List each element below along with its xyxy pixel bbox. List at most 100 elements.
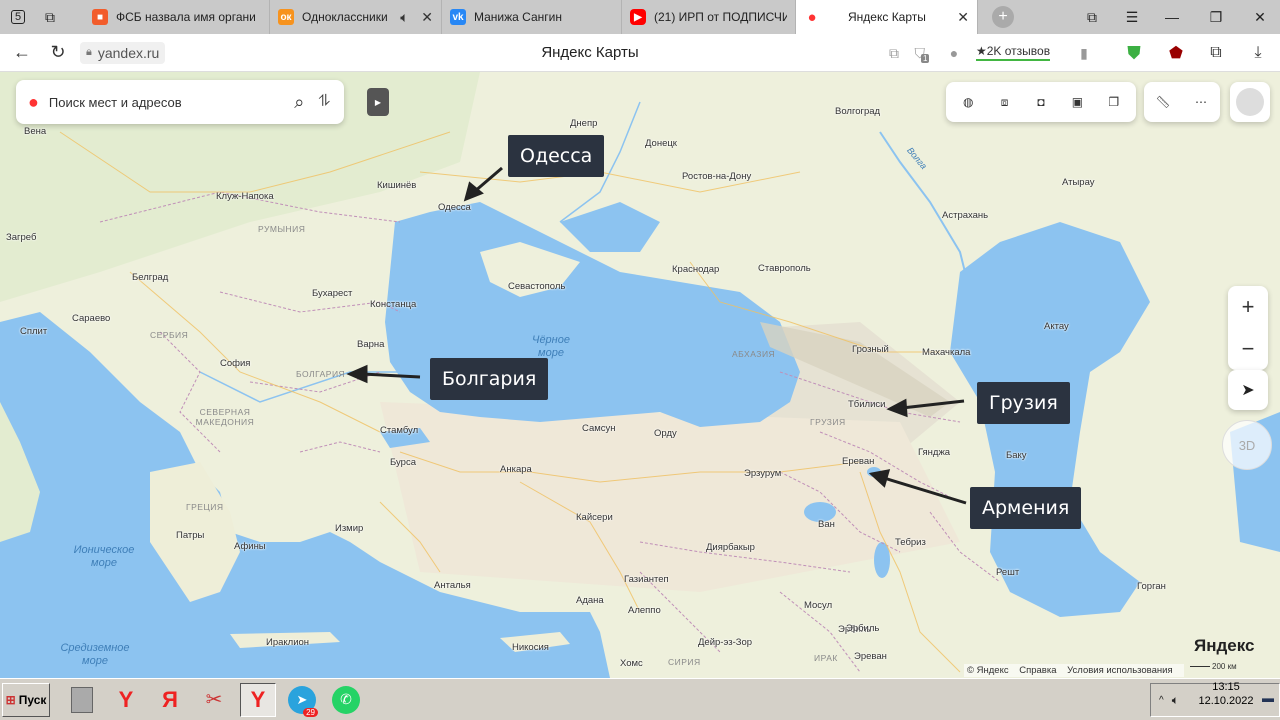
yandex-browser-active-icon[interactable]: Y	[240, 682, 276, 717]
panorama-camera-icon[interactable]: ◘	[1026, 87, 1056, 117]
profile-avatar[interactable]	[1230, 82, 1270, 122]
zoom-out-button[interactable]: −	[1228, 328, 1268, 370]
location-icon[interactable]: ●	[940, 34, 968, 72]
city-label[interactable]: Грозный	[852, 344, 889, 355]
map-canvas[interactable]: Вена Загреб Белград Сараево Сплит Клуж-Н…	[0, 72, 1280, 678]
tab-news[interactable]: ■ ФСБ назвала имя органи	[84, 0, 270, 34]
city-label[interactable]: Ставрополь	[758, 263, 811, 274]
close-tab-icon[interactable]: ✕	[413, 9, 433, 26]
city-label[interactable]: Атырау	[1062, 177, 1095, 188]
url-field[interactable]: 🔒︎ yandex.ru	[80, 41, 166, 64]
city-label[interactable]: Клуж-Напока	[216, 191, 274, 202]
city-label[interactable]: Стамбул	[380, 425, 418, 436]
yandex-icon[interactable]: Я	[152, 683, 188, 717]
city-label[interactable]: Ираклион	[266, 637, 309, 648]
ublock-icon[interactable]: ⬟	[1162, 34, 1190, 72]
city-label[interactable]: Никосия	[512, 642, 549, 653]
city-label[interactable]: Севастополь	[508, 281, 565, 292]
city-label[interactable]: Алеппо	[628, 605, 661, 616]
city-label[interactable]: Ростов-на-Дону	[682, 171, 751, 182]
city-label[interactable]: Афины	[234, 541, 266, 552]
tray-expand-icon[interactable]: ^	[1159, 695, 1164, 706]
bookmark-icon[interactable]: ▮	[1070, 34, 1098, 72]
search-icon[interactable]: ⌕	[294, 92, 304, 113]
new-tab-button[interactable]: +	[992, 6, 1014, 28]
city-label[interactable]: Варна	[357, 339, 384, 350]
city-label[interactable]: Гянджа	[918, 447, 950, 458]
city-label[interactable]: Сараево	[72, 313, 110, 324]
search-input[interactable]	[48, 94, 249, 110]
tab-youtube[interactable]: ▶ (21) ИРП от ПОДПИСЧИК	[622, 0, 796, 34]
copyright-text[interactable]: © Яндекс	[967, 665, 1009, 676]
help-link[interactable]: Справка	[1019, 665, 1056, 676]
clock[interactable]: 13:15 12.10.2022	[1196, 680, 1256, 708]
maximize-button[interactable]: ❐	[1196, 0, 1236, 34]
city-label[interactable]: Тебриз	[895, 537, 926, 548]
city-label[interactable]: Эреван	[854, 651, 887, 662]
city-label[interactable]: Констанца	[370, 299, 416, 310]
city-label[interactable]: Дейр-эз-Зор	[698, 637, 752, 648]
tab-vk[interactable]: vk Манижа Сангин	[442, 0, 622, 34]
ruler-icon[interactable]: 📏︎	[1148, 87, 1178, 117]
city-label[interactable]: Эрзурум	[744, 468, 781, 479]
city-label[interactable]: Ереван	[842, 456, 874, 467]
reload-button[interactable]: ↻	[40, 34, 76, 72]
yandex-browser-icon[interactable]: Y	[108, 683, 144, 717]
city-label[interactable]: Вена	[24, 126, 46, 137]
city-label[interactable]: Белград	[132, 272, 168, 283]
city-label[interactable]: Загреб	[6, 232, 36, 243]
tabs-manager-icon[interactable]: ⧉	[36, 4, 64, 30]
tab-counter-button[interactable]: 5	[4, 4, 32, 30]
city-label[interactable]: Эрбиль	[846, 623, 879, 634]
terms-link[interactable]: Условия использования	[1067, 665, 1172, 676]
city-label[interactable]: Хомс	[620, 658, 643, 669]
protect-icon[interactable]: ⛉ 1	[908, 34, 936, 72]
city-label[interactable]: Горган	[1137, 581, 1166, 592]
city-label[interactable]: Бурса	[390, 457, 416, 468]
bookmarks-icon[interactable]: ⧉	[1072, 0, 1112, 34]
calculator-icon[interactable]	[64, 683, 100, 717]
city-label[interactable]: София	[220, 358, 250, 369]
tab-yandex-maps[interactable]: ● Яндекс Карты ✕	[796, 0, 978, 34]
city-label[interactable]: Бухарест	[312, 288, 352, 299]
my-location-button[interactable]: ➤	[1228, 370, 1268, 410]
reviews-badge[interactable]: ★2K отзывов	[976, 44, 1051, 61]
city-label[interactable]: Самсун	[582, 423, 616, 434]
city-label[interactable]: Краснодар	[672, 264, 719, 275]
city-label[interactable]: Ван	[818, 519, 835, 530]
map-book-icon[interactable]: ⧈	[990, 87, 1020, 117]
extensions-icon[interactable]: ⧉	[1202, 34, 1230, 72]
tab-odnoklassniki[interactable]: ок Одноклассники 🔈︎ ✕	[270, 0, 442, 34]
zoom-in-button[interactable]: +	[1228, 286, 1268, 328]
downloads-icon[interactable]: ⤓	[1244, 34, 1272, 72]
city-label[interactable]: Орду	[654, 428, 677, 439]
city-label[interactable]: Мосул	[804, 600, 832, 611]
city-label[interactable]: Газиантеп	[624, 574, 669, 585]
whatsapp-icon[interactable]: ✆	[328, 683, 364, 717]
city-label[interactable]: Волгоград	[835, 106, 880, 117]
telegram-icon[interactable]: ➤ 29	[284, 683, 320, 717]
audio-icon[interactable]: 🔈︎	[392, 9, 408, 26]
city-label[interactable]: Анталья	[434, 580, 471, 591]
city-label[interactable]: Адана	[576, 595, 604, 606]
city-label[interactable]: Одесса	[438, 202, 471, 213]
city-label[interactable]: Сплит	[20, 326, 47, 337]
paint-icon[interactable]: ✂	[196, 683, 232, 717]
menu-icon[interactable]: ☰	[1112, 0, 1152, 34]
city-label[interactable]: Донецк	[645, 138, 677, 149]
city-label[interactable]: Решт	[996, 567, 1019, 578]
transport-bus-icon[interactable]: ▣	[1062, 87, 1092, 117]
city-label[interactable]: Кайсери	[576, 512, 613, 523]
volume-icon[interactable]: 🔈︎	[1172, 693, 1179, 708]
close-window-button[interactable]: ✕	[1240, 0, 1280, 34]
city-label[interactable]: Диярбакыр	[706, 542, 755, 553]
close-tab-icon[interactable]: ✕	[949, 9, 969, 26]
keyboard-language-icon[interactable]: ▬	[1262, 691, 1274, 705]
adguard-shield-icon[interactable]: ⛊	[1120, 34, 1148, 72]
compass-3d-button[interactable]: 3D	[1222, 420, 1272, 470]
city-label[interactable]: Актау	[1044, 321, 1069, 332]
minimize-button[interactable]: —	[1152, 0, 1192, 34]
city-label[interactable]: Днепр	[570, 118, 597, 129]
city-label[interactable]: Кишинёв	[377, 180, 416, 191]
city-label[interactable]: Патры	[176, 530, 204, 541]
